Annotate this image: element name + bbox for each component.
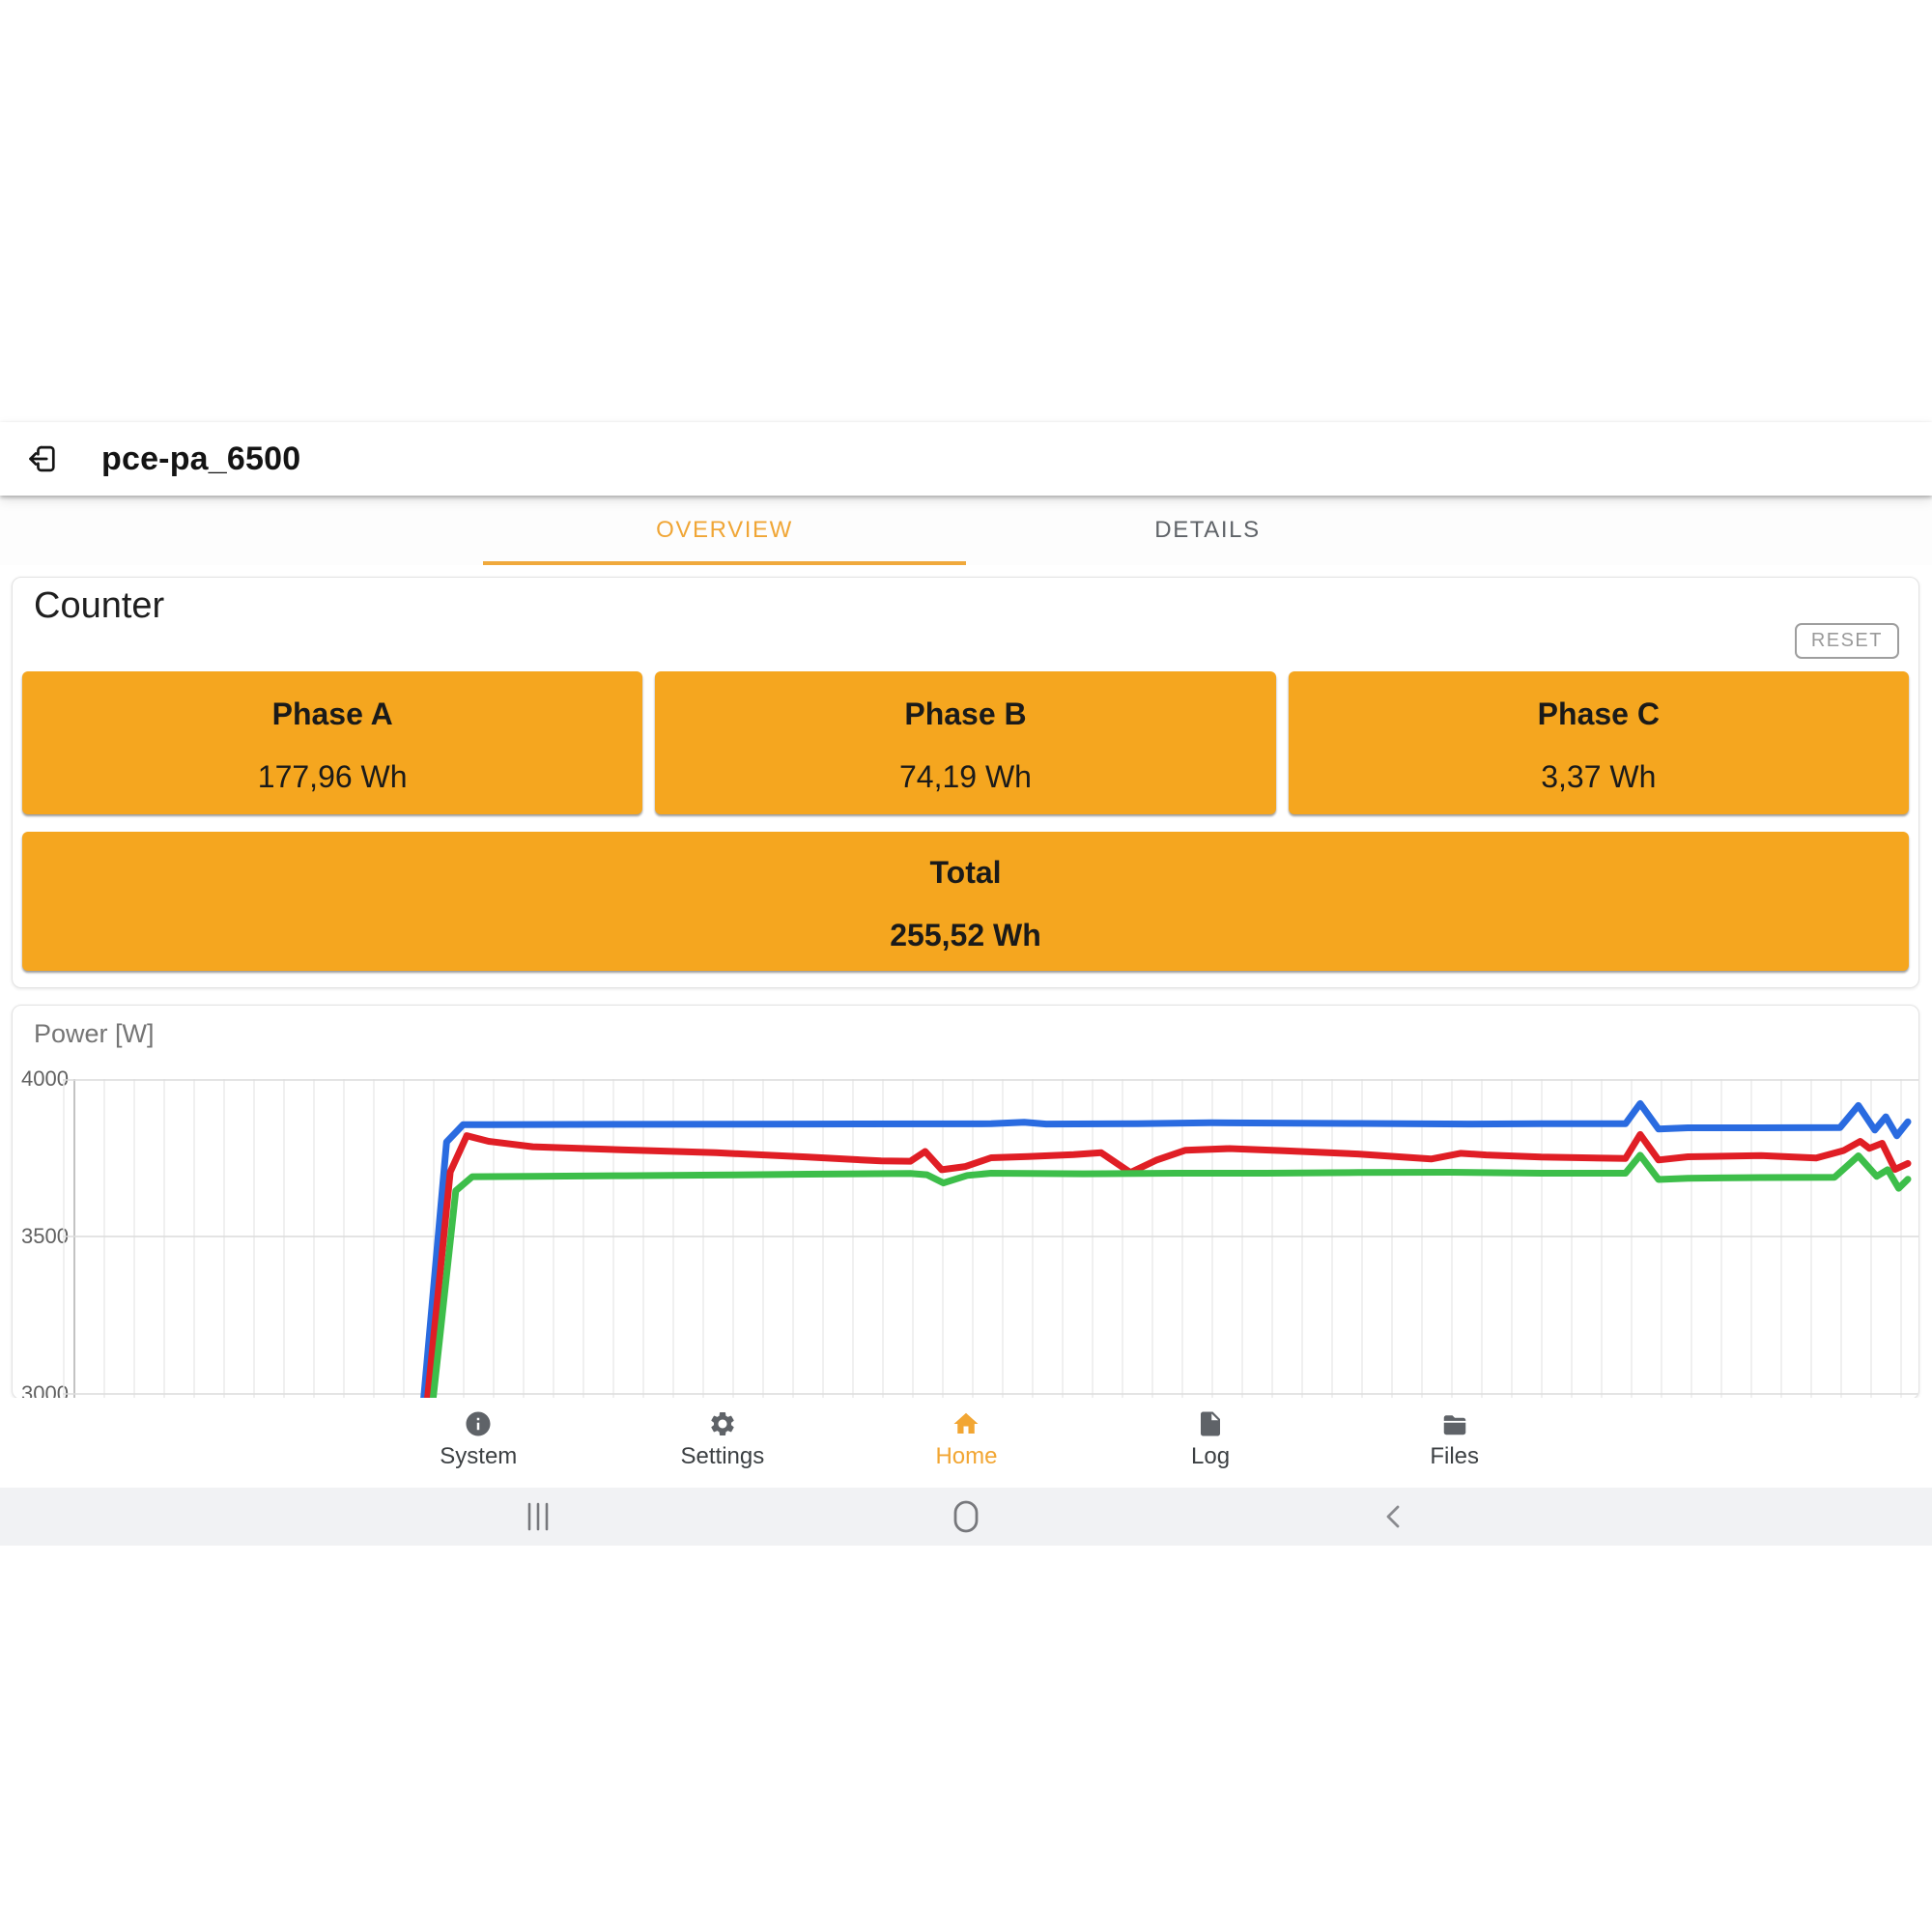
android-back-button[interactable]: [1379, 1488, 1408, 1546]
y-tick-4000: 4000: [13, 1066, 69, 1092]
phase-c-value: 3,37 Wh: [1289, 759, 1909, 795]
nav-label-files: Files: [1430, 1443, 1479, 1470]
nav-item-log[interactable]: Log: [1089, 1398, 1333, 1488]
nav-label-home: Home: [935, 1443, 997, 1470]
nav-label-log: Log: [1191, 1443, 1230, 1470]
phase-c-label: Phase C: [1289, 671, 1909, 732]
reset-button[interactable]: RESET: [1795, 623, 1899, 659]
phase-row: Phase A 177,96 Wh Phase B 74,19 Wh Phase…: [22, 671, 1909, 814]
total-label: Total: [22, 832, 1909, 891]
bottom-nav-items: System Settings Home Log: [356, 1398, 1577, 1488]
exit-app-icon[interactable]: [24, 440, 63, 478]
power-line-chart: [63, 1079, 1919, 1399]
gear-icon: [708, 1409, 737, 1438]
document-icon: [1196, 1409, 1225, 1438]
nav-item-system[interactable]: System: [356, 1398, 601, 1488]
screen: pce-pa_6500 OVERVIEW DETAILS Counter RES…: [0, 0, 1932, 1932]
chart-title: Power [W]: [34, 1019, 155, 1049]
app-bar: pce-pa_6500: [0, 422, 1932, 496]
tab-bar: OVERVIEW DETAILS: [0, 496, 1932, 565]
nav-item-settings[interactable]: Settings: [601, 1398, 845, 1488]
total-card: Total 255,52 Wh: [22, 832, 1909, 971]
counter-card: Counter RESET Phase A 177,96 Wh Phase B …: [12, 577, 1919, 988]
page-title: pce-pa_6500: [101, 440, 300, 478]
tab-details[interactable]: DETAILS: [966, 496, 1449, 565]
phase-b-label: Phase B: [655, 671, 1275, 732]
nav-item-home[interactable]: Home: [844, 1398, 1089, 1488]
tab-overview[interactable]: OVERVIEW: [483, 496, 966, 565]
nav-item-files[interactable]: Files: [1332, 1398, 1577, 1488]
phase-b-card: Phase B 74,19 Wh: [655, 671, 1275, 814]
nav-label-settings: Settings: [681, 1443, 765, 1470]
y-tick-3500: 3500: [13, 1224, 69, 1249]
android-home-button[interactable]: [950, 1488, 982, 1546]
phase-b-value: 74,19 Wh: [655, 759, 1275, 795]
folder-icon: [1440, 1409, 1469, 1438]
phase-a-card: Phase A 177,96 Wh: [22, 671, 642, 814]
info-icon: [464, 1409, 493, 1438]
total-value: 255,52 Wh: [22, 918, 1909, 953]
power-chart-card: Power [W] 4000 3500 3000: [12, 1005, 1919, 1400]
phase-c-card: Phase C 3,37 Wh: [1289, 671, 1909, 814]
phase-a-label: Phase A: [22, 671, 642, 732]
recent-apps-button[interactable]: [522, 1488, 554, 1546]
counter-title: Counter: [34, 585, 164, 627]
home-icon: [952, 1409, 980, 1438]
series-line-green: [432, 1155, 1908, 1399]
bottom-nav: System Settings Home Log: [0, 1398, 1932, 1488]
nav-label-system: System: [440, 1443, 517, 1470]
phase-a-value: 177,96 Wh: [22, 759, 642, 795]
tab-group: OVERVIEW DETAILS: [483, 496, 1449, 565]
android-navigation-bar: [0, 1488, 1932, 1546]
